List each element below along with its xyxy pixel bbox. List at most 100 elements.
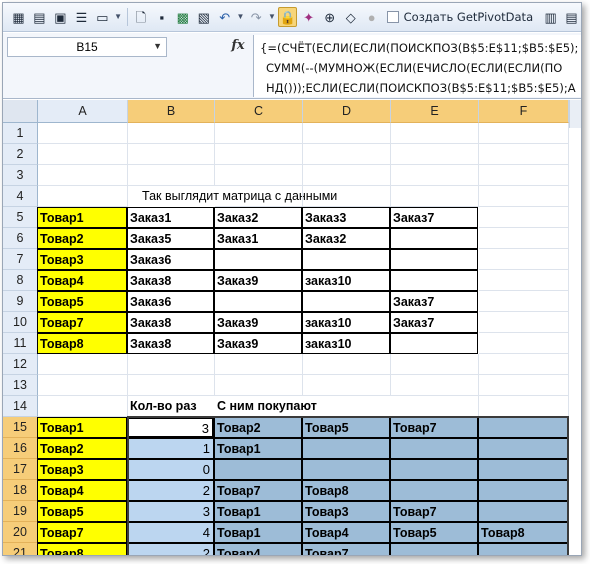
count-cell[interactable]: 1 [127, 438, 214, 459]
checkbox[interactable] [387, 11, 399, 23]
related-product-cell[interactable] [214, 459, 302, 480]
related-product-cell[interactable] [302, 459, 390, 480]
order-cell[interactable]: Заказ3 [302, 207, 390, 228]
order-cell[interactable] [390, 270, 478, 291]
order-cell[interactable]: Заказ2 [302, 228, 390, 249]
empty-cell[interactable] [215, 165, 303, 186]
shape-icon[interactable]: ◇ [341, 7, 360, 27]
related-product-cell[interactable]: Товар4 [214, 543, 302, 555]
count-cell[interactable]: 2 [127, 543, 214, 555]
product-cell[interactable]: Товар7 [37, 522, 127, 543]
empty-cell[interactable] [38, 354, 128, 375]
chart2-icon[interactable]: ▤ [562, 7, 581, 27]
empty-cell[interactable] [479, 333, 569, 354]
order-cell[interactable]: Заказ7 [390, 291, 478, 312]
empty-cell[interactable] [128, 165, 215, 186]
empty-cell[interactable] [38, 144, 128, 165]
empty-cell[interactable] [215, 144, 303, 165]
product-cell[interactable]: Товар8 [37, 543, 127, 555]
order-cell[interactable] [214, 249, 302, 270]
empty-cell[interactable] [215, 123, 303, 144]
count-cell[interactable]: 2 [127, 480, 214, 501]
redo-icon[interactable]: ↷ [247, 7, 266, 27]
related-product-cell[interactable] [478, 543, 568, 555]
empty-cell[interactable] [128, 123, 215, 144]
bought-with-header[interactable]: С ним покупают [215, 396, 415, 417]
product-cell[interactable]: Товар8 [37, 333, 127, 354]
row-header[interactable]: 11 [3, 333, 38, 354]
document-icon[interactable]: ▣ [51, 7, 70, 27]
empty-cell[interactable] [38, 123, 128, 144]
order-cell[interactable]: Заказ9 [214, 270, 302, 291]
row-header[interactable]: 17 [3, 459, 38, 480]
row-header[interactable]: 20 [3, 522, 38, 543]
empty-cell[interactable] [479, 396, 569, 417]
empty-cell[interactable] [303, 186, 391, 207]
column-header-c[interactable]: C [215, 100, 303, 123]
product-cell[interactable]: Товар3 [37, 459, 127, 480]
row-header[interactable]: 8 [3, 270, 38, 291]
empty-cell[interactable] [391, 396, 479, 417]
count-cell[interactable]: 4 [127, 522, 214, 543]
empty-cell[interactable] [479, 228, 569, 249]
product-cell[interactable]: Товар2 [37, 438, 127, 459]
order-cell[interactable]: Заказ7 [390, 312, 478, 333]
row-header[interactable]: 14 [3, 396, 38, 417]
empty-cell[interactable] [479, 165, 569, 186]
name-box-dropdown-icon[interactable]: ▼ [153, 41, 162, 51]
row-header[interactable]: 9 [3, 291, 38, 312]
empty-cell[interactable] [391, 354, 479, 375]
related-product-cell[interactable]: Товар1 [214, 522, 302, 543]
column-header-a[interactable]: A [38, 100, 128, 123]
order-cell[interactable]: Заказ1 [214, 228, 302, 249]
order-cell[interactable] [302, 291, 390, 312]
row-header[interactable]: 21 [3, 543, 38, 555]
row-header[interactable]: 15 [3, 417, 38, 438]
color-picker-icon[interactable]: ✦ [299, 7, 318, 27]
related-product-cell[interactable]: Товар5 [390, 522, 478, 543]
order-cell[interactable]: Заказ7 [390, 207, 478, 228]
related-product-cell[interactable]: Товар3 [302, 501, 390, 522]
related-product-cell[interactable]: Товар8 [478, 522, 568, 543]
order-cell[interactable]: заказ10 [302, 312, 390, 333]
empty-cell[interactable] [38, 186, 128, 207]
row-header[interactable]: 4 [3, 186, 38, 207]
insert-function-button[interactable]: fx [229, 38, 247, 56]
empty-cell[interactable] [128, 144, 215, 165]
redo-dropdown-icon[interactable]: ▼ [268, 7, 277, 27]
order-cell[interactable] [390, 333, 478, 354]
order-cell[interactable]: Заказ6 [127, 249, 214, 270]
related-product-cell[interactable]: Товар7 [302, 543, 390, 555]
column-header-d[interactable]: D [303, 100, 391, 123]
product-cell[interactable]: Товар5 [37, 501, 127, 522]
empty-cell[interactable] [391, 144, 479, 165]
empty-cell[interactable] [479, 375, 569, 396]
empty-cell[interactable] [391, 375, 479, 396]
related-product-cell[interactable] [302, 438, 390, 459]
row-header[interactable]: 2 [3, 144, 38, 165]
order-cell[interactable]: Заказ5 [127, 228, 214, 249]
row-header[interactable]: 16 [3, 438, 38, 459]
empty-cell[interactable] [128, 375, 215, 396]
empty-cell[interactable] [303, 123, 391, 144]
row-header[interactable]: 7 [3, 249, 38, 270]
related-product-cell[interactable] [478, 438, 568, 459]
pivot-icon[interactable]: ▥ [541, 7, 560, 27]
empty-cell[interactable] [479, 249, 569, 270]
product-cell[interactable]: Товар3 [37, 249, 127, 270]
paint-icon[interactable]: ▭ [93, 7, 112, 27]
empty-cell[interactable] [303, 354, 391, 375]
related-product-cell[interactable]: Товар5 [302, 417, 390, 438]
publish-icon[interactable]: ▧ [194, 7, 213, 27]
product-cell[interactable]: Товар2 [37, 228, 127, 249]
row-header[interactable]: 10 [3, 312, 38, 333]
row-header[interactable]: 18 [3, 480, 38, 501]
empty-cell[interactable] [303, 375, 391, 396]
order-cell[interactable]: Заказ2 [214, 207, 302, 228]
order-cell[interactable]: Заказ9 [214, 312, 302, 333]
active-cell[interactable]: 3 [127, 417, 214, 438]
row-header[interactable]: 3 [3, 165, 38, 186]
order-cell[interactable]: заказ10 [302, 270, 390, 291]
empty-cell[interactable] [215, 354, 303, 375]
product-cell[interactable]: Товар4 [37, 270, 127, 291]
